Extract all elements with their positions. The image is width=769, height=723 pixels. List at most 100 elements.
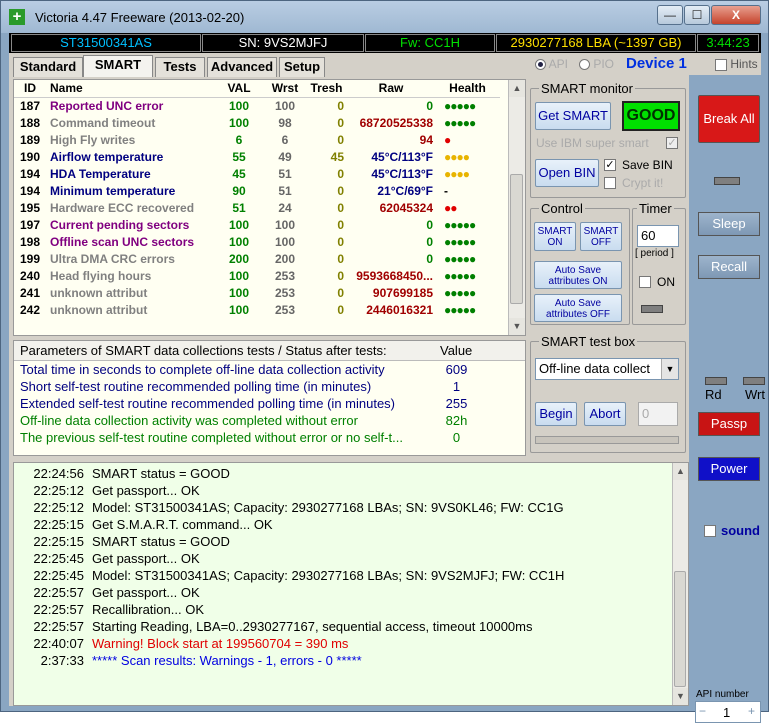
log-line: 22:24:56 SMART status = GOOD [14, 466, 664, 483]
parameter-row: The previous self-test routine completed… [14, 429, 525, 446]
parameter-row: Off-line data collection activity was co… [14, 412, 525, 429]
scroll-down-arrow-icon[interactable]: ▼ [509, 318, 525, 335]
log-scroll-down-icon[interactable]: ▼ [673, 688, 688, 705]
hints-checkbox[interactable]: Hints [715, 57, 758, 71]
col-id[interactable]: ID [14, 80, 46, 98]
title-bar[interactable]: + Victoria 4.47 Freeware (2013-02-20) — … [1, 1, 768, 33]
sound-checkbox[interactable] [704, 525, 716, 537]
smart-table-row[interactable]: 241 unknown attribut 100 253 0 907699185 ●●●●● [14, 284, 500, 301]
power-button[interactable]: Power [698, 457, 760, 481]
api-number-minus[interactable]: − [699, 704, 706, 718]
timer-on-checkbox[interactable] [639, 276, 651, 288]
smart-table-row[interactable]: 190 Airflow temperature 55 49 45 45°C/113°F ●●… [14, 148, 500, 165]
attr-val: 55 [232, 149, 246, 164]
close-button[interactable]: X [711, 5, 761, 25]
api-radio[interactable]: API [535, 57, 568, 71]
smart-table-row[interactable]: 242 unknown attribut 100 253 0 2446016321 ●●●●… [14, 301, 500, 318]
attr-health: - [444, 183, 448, 198]
log-message: Get S.M.A.R.T. command... OK [92, 517, 273, 532]
smart-attributes-panel: ID Name VAL Wrst Tresh Raw Health 187 Rep… [13, 79, 526, 336]
smart-table-row[interactable]: 187 Reported UNC error 100 100 0 0 ●●●●● [14, 97, 500, 114]
api-number-spinner[interactable]: − 1 + [695, 701, 761, 723]
attr-val: 51 [232, 200, 246, 215]
wrt-label: Wrt [745, 387, 765, 402]
smart-table-header: ID Name VAL Wrst Tresh Raw Health [14, 80, 500, 98]
save-bin-checkbox[interactable]: ✓ [604, 159, 616, 171]
timer-period-input[interactable]: 60 [637, 225, 679, 247]
col-health[interactable]: Health [436, 80, 500, 98]
attr-raw: 907699185 [372, 285, 433, 300]
get-smart-button[interactable]: Get SMART [535, 102, 611, 130]
log-scroll-up-icon[interactable]: ▲ [673, 463, 688, 480]
log-scroll-thumb[interactable] [674, 571, 686, 687]
smart-table-row[interactable]: 188 Command timeout 100 98 0 68720525338 ●●●●● [14, 114, 500, 131]
attr-threshold: 0 [337, 251, 344, 266]
tab-advanced[interactable]: Advanced [207, 57, 277, 77]
smart-table-row[interactable]: 240 Head flying hours 100 253 0 9593668450...… [14, 267, 500, 284]
param-col-spacer [499, 341, 525, 361]
log-message: Get passport... OK [92, 483, 200, 498]
autosave-on-button[interactable]: Auto Save attributes ON [534, 261, 622, 289]
drive-info-bar: ST31500341AS SN: 9VS2MJFJ Fw: CC1H 29302… [9, 33, 761, 53]
break-all-button[interactable]: Break All [698, 95, 760, 143]
api-number-plus[interactable]: + [748, 704, 755, 718]
ibm-super-smart-label: Use IBM super smart [536, 136, 649, 150]
tab-standard[interactable]: Standard [13, 57, 83, 77]
smart-table-row[interactable]: 189 High Fly writes 6 6 0 94 ● [14, 131, 500, 148]
attr-name: Minimum temperature [50, 183, 176, 198]
attr-threshold: 0 [337, 98, 344, 113]
sleep-button[interactable]: Sleep [698, 212, 760, 236]
tab-setup[interactable]: Setup [279, 57, 325, 77]
smart-table-row[interactable]: 195 Hardware ECC recovered 51 24 0 62045324 ●● [14, 199, 500, 216]
parameter-spacer [499, 360, 525, 378]
attr-name: Ultra DMA CRC errors [50, 251, 175, 266]
crypt-checkbox[interactable] [604, 177, 616, 189]
tab-tests[interactable]: Tests [155, 57, 205, 77]
ibm-super-smart-checkbox[interactable]: ✓ [666, 137, 678, 149]
test-progress-field[interactable]: 0 [638, 402, 678, 426]
col-wrst[interactable]: Wrst [262, 80, 308, 98]
attr-name: Reported UNC error [50, 98, 164, 113]
smart-table-scrollbar[interactable]: ▲ ▼ [508, 80, 525, 335]
rd-led [705, 377, 727, 385]
drive-firmware: Fw: CC1H [365, 34, 495, 52]
smart-table-row[interactable]: 197 Current pending sectors 100 100 0 0 ●●●●● [14, 216, 500, 233]
attr-name: Current pending sectors [50, 217, 190, 232]
pio-radio[interactable]: PIO [579, 57, 614, 71]
smart-table-row[interactable]: 198 Offline scan UNC sectors 100 100 0 0 ●●●●● [14, 233, 500, 250]
tab-smart[interactable]: SMART [83, 55, 153, 77]
abort-button[interactable]: Abort [584, 402, 626, 426]
log-message: Get passport... OK [92, 585, 200, 600]
api-number-value[interactable]: 1 [723, 705, 730, 720]
attr-name: unknown attribut [50, 285, 148, 300]
attr-val: 90 [232, 183, 246, 198]
device-label[interactable]: Device 1 [626, 55, 687, 72]
test-type-select[interactable]: Off-line data collect ▼ [535, 358, 679, 380]
col-tresh[interactable]: Tresh [308, 80, 348, 98]
log-message: Warning! Block start at 199560704 = 390 … [92, 636, 349, 651]
smart-table-row[interactable]: 199 Ultra DMA CRC errors 200 200 0 0 ●●●●● [14, 250, 500, 267]
begin-button[interactable]: Begin [535, 402, 577, 426]
log-scrollbar[interactable]: ▲ ▼ [672, 463, 688, 705]
smart-off-button[interactable]: SMART OFF [580, 222, 622, 251]
attr-threshold: 0 [337, 183, 344, 198]
dropdown-chevron-icon[interactable]: ▼ [661, 359, 678, 379]
log-time: 22:25:12 [33, 483, 84, 498]
scroll-up-arrow-icon[interactable]: ▲ [509, 80, 525, 97]
col-val[interactable]: VAL [216, 80, 262, 98]
attr-id: 194 [19, 166, 41, 181]
scroll-thumb[interactable] [510, 174, 523, 304]
autosave-off-button[interactable]: Auto Save attributes OFF [534, 294, 622, 322]
smart-table-row[interactable]: 194 Minimum temperature 90 51 0 21°C/69°F - [14, 182, 500, 199]
smart-on-button[interactable]: SMART ON [534, 222, 576, 251]
recall-button[interactable]: Recall [698, 255, 760, 279]
open-bin-button[interactable]: Open BIN [535, 159, 599, 187]
col-name[interactable]: Name [46, 80, 216, 98]
attr-worst: 253 [274, 302, 296, 317]
minimize-button[interactable]: — [657, 5, 683, 25]
smart-table-row[interactable]: 194 HDA Temperature 45 51 0 45°C/113°F ●●●● [14, 165, 500, 182]
log-message: SMART status = GOOD [92, 534, 230, 549]
col-raw[interactable]: Raw [348, 80, 436, 98]
passp-button[interactable]: Passp [698, 412, 760, 436]
maximize-button[interactable]: ☐ [684, 5, 710, 25]
